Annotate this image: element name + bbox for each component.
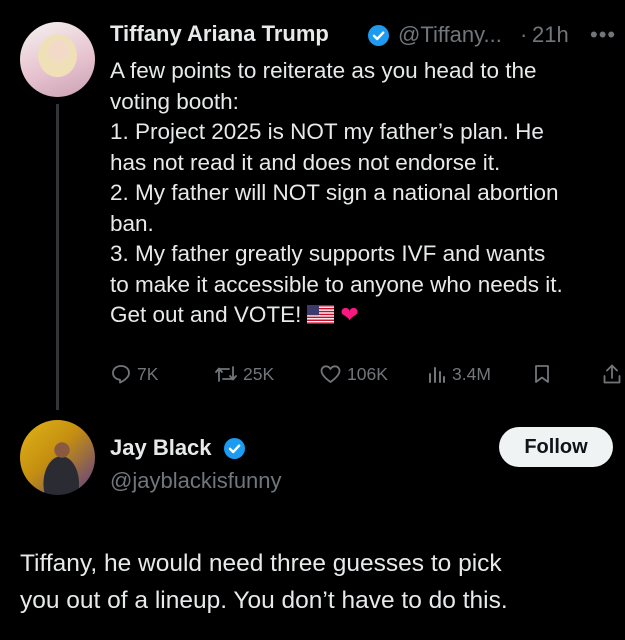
tweet-line: ban. bbox=[110, 210, 154, 236]
reply-line: you out of a lineup. You don’t have to d… bbox=[20, 587, 508, 614]
repost-count: 25K bbox=[243, 363, 275, 384]
reply-icon bbox=[112, 365, 130, 384]
reply-body: Tiffany, he would need three guesses to … bbox=[20, 545, 508, 619]
repost-icon bbox=[215, 366, 237, 382]
repost-button[interactable]: 25K bbox=[214, 363, 274, 385]
us-flag-icon bbox=[307, 305, 335, 324]
tweet-line: Get out and VOTE! bbox=[110, 302, 302, 327]
share-button[interactable] bbox=[601, 363, 625, 385]
more-options-icon[interactable]: ••• bbox=[590, 22, 616, 48]
tweet-line: to make it accessible to anyone who need… bbox=[110, 271, 563, 297]
verified-badge-icon bbox=[224, 438, 245, 459]
views-icon bbox=[429, 367, 445, 383]
tweet-line: 3. My father greatly supports IVF and wa… bbox=[110, 241, 546, 266]
reply-handle[interactable]: @jayblackisfunny bbox=[110, 468, 282, 494]
verified-badge-icon bbox=[368, 25, 389, 46]
tweet-timestamp[interactable]: 21h bbox=[532, 22, 569, 48]
tweet-author-name[interactable]: Tiffany Ariana Trump bbox=[110, 21, 329, 47]
tweet-line: 1. Project 2025 is NOT my father’s plan.… bbox=[110, 119, 544, 144]
tweet-line-last: Get out and VOTE! ❤ bbox=[110, 300, 622, 331]
thread-connector bbox=[56, 104, 59, 410]
jay-black-avatar[interactable] bbox=[20, 420, 95, 495]
tweet-line: 2. My father will NOT sign a national ab… bbox=[110, 180, 559, 205]
reply-button[interactable]: 7K bbox=[110, 363, 158, 385]
views-button[interactable]: 3.4M bbox=[427, 363, 491, 385]
like-icon bbox=[320, 365, 341, 383]
tiffany-avatar[interactable] bbox=[20, 22, 95, 97]
reply-count: 7K bbox=[137, 363, 159, 384]
share-icon bbox=[603, 364, 621, 384]
like-count: 106K bbox=[347, 363, 388, 384]
tweet-line: voting booth: bbox=[110, 88, 239, 114]
follow-button[interactable]: Follow bbox=[499, 427, 613, 467]
tweet-line: has not read it and does not endorse it. bbox=[110, 149, 501, 175]
tweet-body: A few points to reiterate as you head to… bbox=[110, 56, 622, 331]
tweet-line: A few points to reiterate as you head to… bbox=[110, 58, 537, 83]
red-heart-icon: ❤ bbox=[340, 302, 359, 327]
like-button[interactable]: 106K bbox=[319, 363, 388, 385]
views-count: 3.4M bbox=[452, 363, 491, 384]
bookmark-icon bbox=[535, 365, 549, 383]
tweet-separator: · bbox=[520, 22, 528, 47]
reply-author-name[interactable]: Jay Black bbox=[110, 435, 212, 461]
bookmark-button[interactable] bbox=[533, 363, 556, 385]
tweet-handle[interactable]: @Tiffany... bbox=[398, 22, 502, 48]
reply-line: Tiffany, he would need three guesses to … bbox=[20, 550, 502, 577]
